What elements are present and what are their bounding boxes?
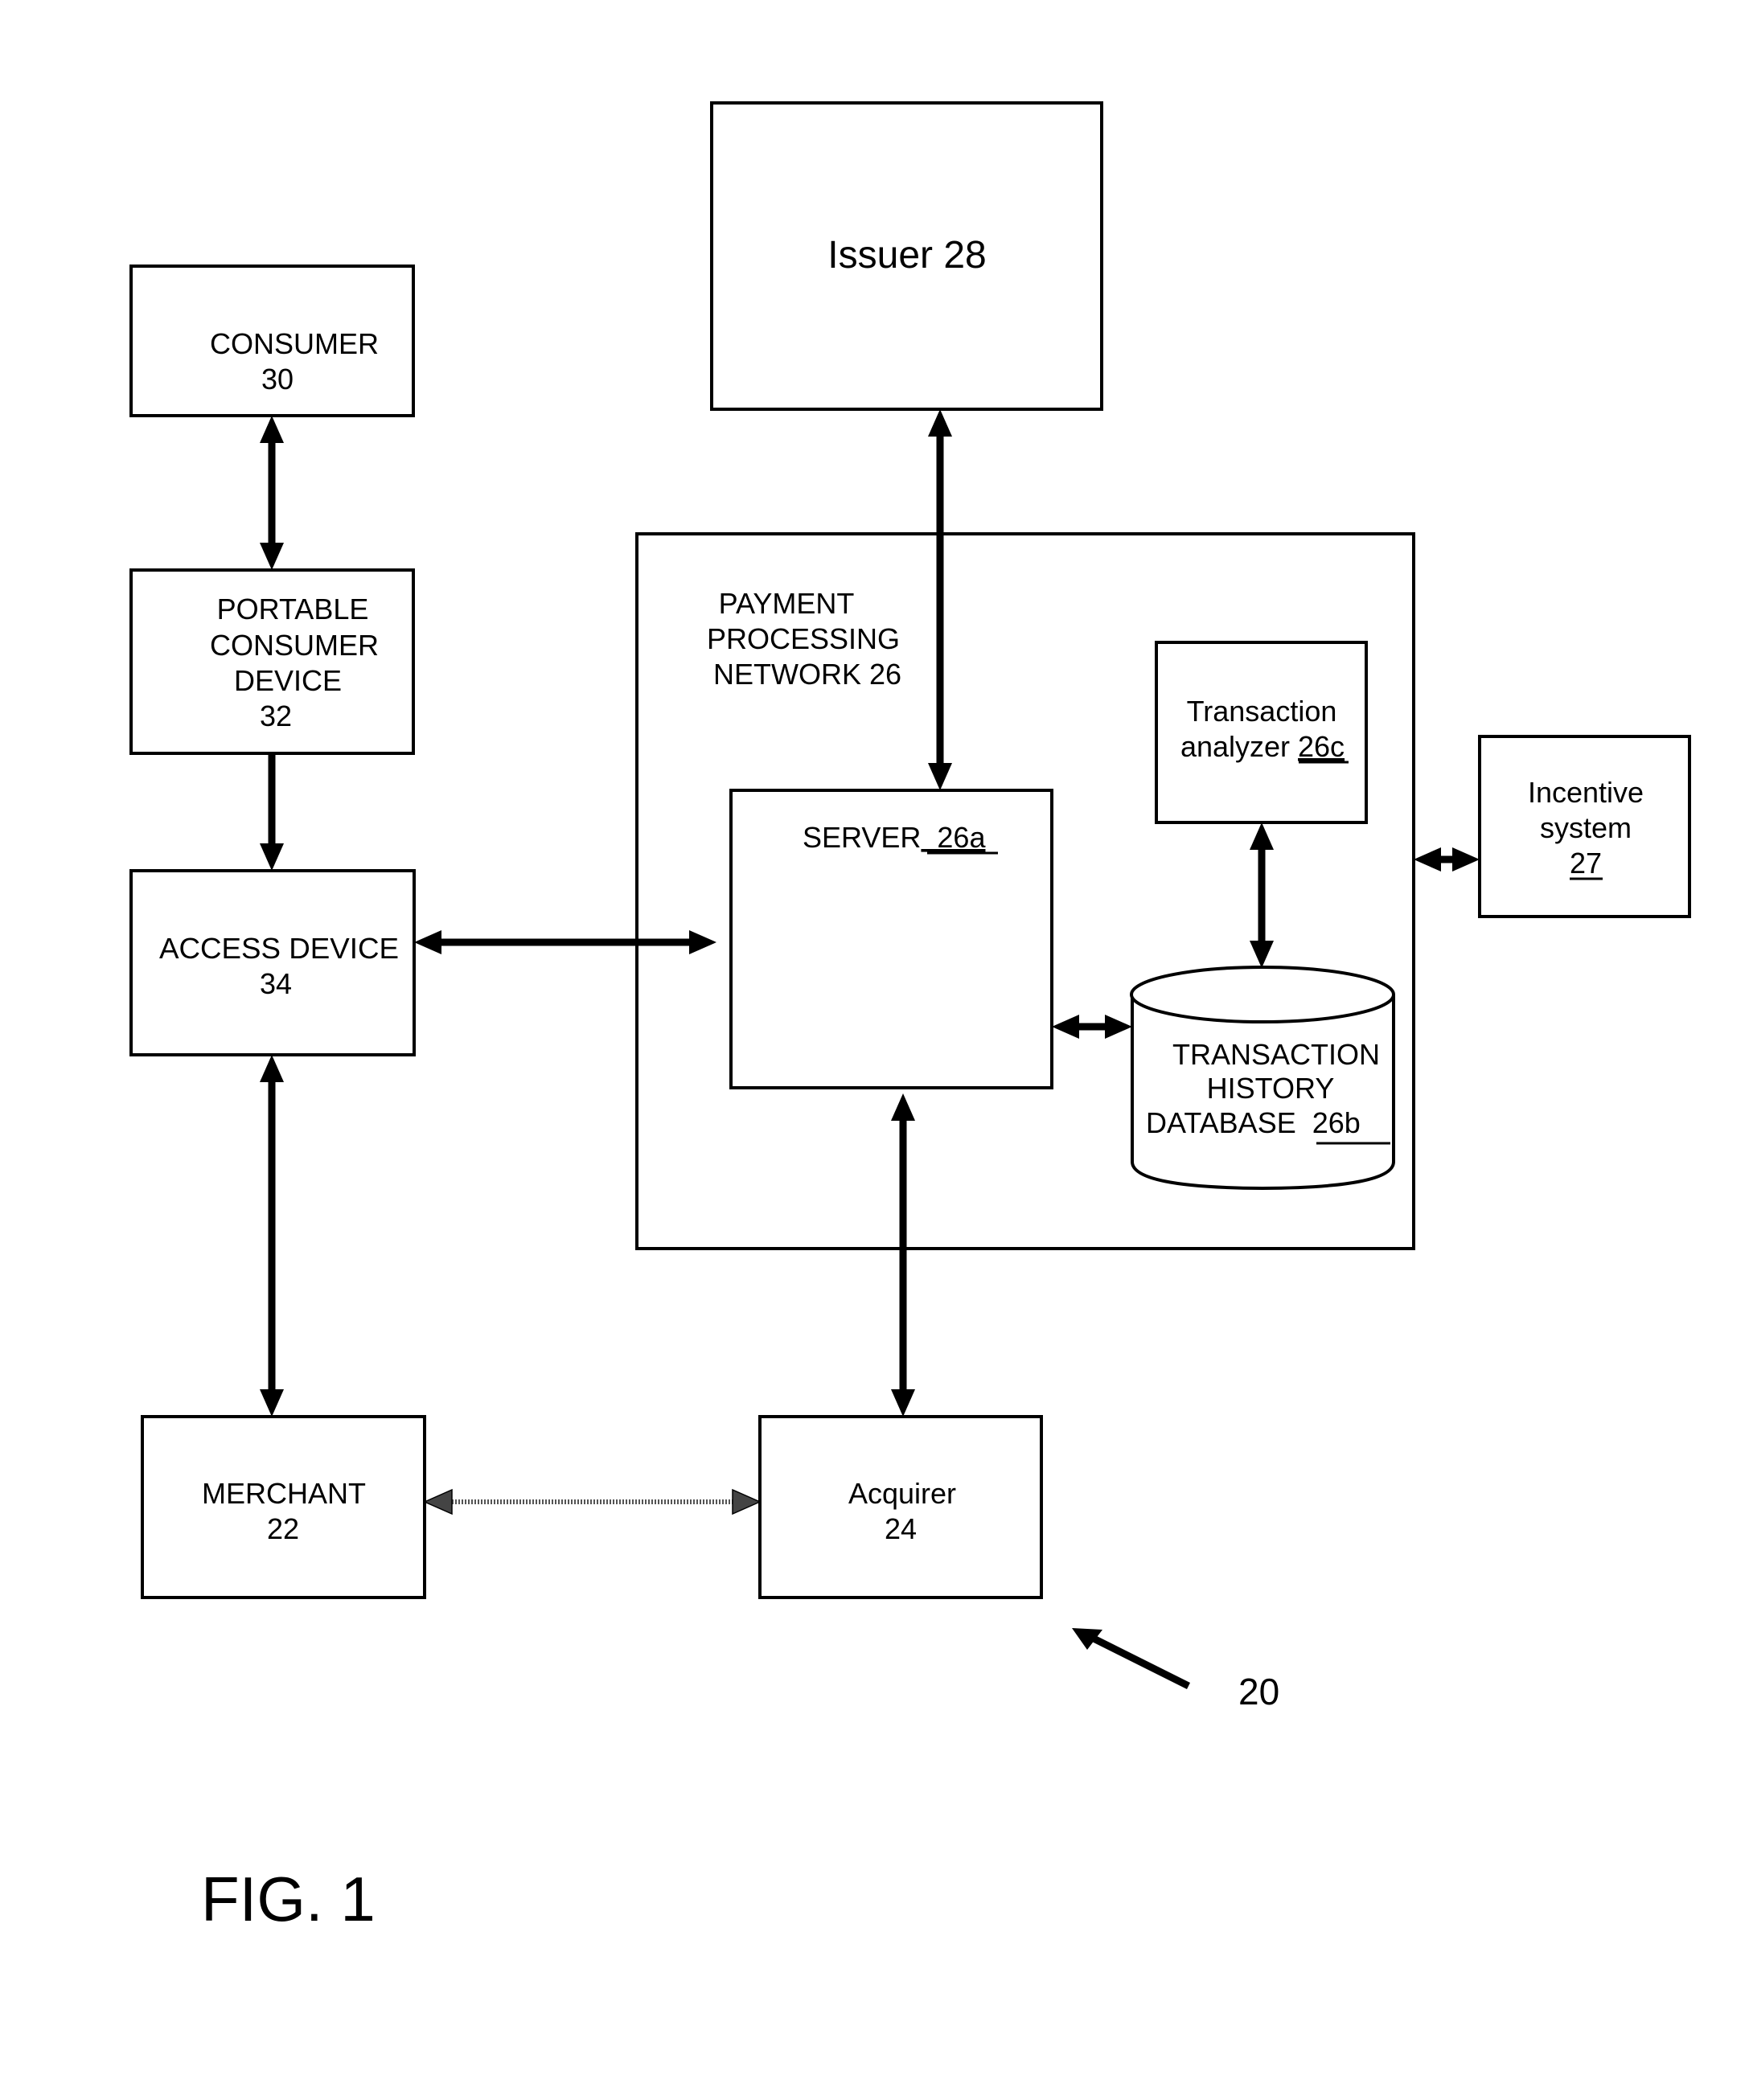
reference-numeral: 20: [1238, 1671, 1279, 1712]
arrowhead-icon-incentive: [1452, 847, 1480, 872]
arrowhead-icon-payment_network: [1414, 847, 1441, 872]
consumer-ref: 30: [261, 363, 294, 396]
server-ref: 26a: [921, 821, 986, 854]
history-db-ref: 26b: [1304, 1106, 1377, 1139]
reference-arrow-20: [1072, 1628, 1191, 1690]
acquirer-label: Acquirer: [848, 1477, 956, 1510]
transaction-analyzer-ref: 26c: [1298, 730, 1345, 763]
cylinder-top: [1130, 966, 1395, 1023]
arrowhead-icon-acquirer: [891, 1389, 915, 1417]
issuer-label: Issuer 28: [827, 234, 986, 277]
arrowhead-icon-portable_device: [260, 543, 284, 570]
payment-network-label-3: NETWORK 26: [713, 658, 901, 691]
arrowhead-icon-merchant: [423, 1488, 453, 1516]
history-db-label-1: TRANSACTION: [1172, 1038, 1380, 1071]
merchant-ref: 22: [267, 1512, 299, 1545]
transaction-analyzer-label-2: analyzer 26c: [1180, 730, 1345, 763]
access-device-label: ACCESS DEVICE: [159, 932, 399, 965]
server-label: SERVER 26a: [803, 821, 986, 854]
history-db-label-2: HISTORY: [1207, 1072, 1335, 1105]
server-label-text: SERVER: [803, 821, 921, 854]
portable-device-label-3: DEVICE: [234, 664, 342, 697]
history-db-label-3: DATABASE 26b: [1146, 1106, 1377, 1139]
arrowhead-icon-consumer: [260, 416, 284, 443]
payment-network-label-1: PAYMENT: [719, 587, 855, 620]
access-device-ref: 34: [260, 967, 292, 1000]
arrowhead-icon-access_device: [260, 1055, 284, 1082]
acquirer-ref: 24: [885, 1512, 917, 1545]
arrowhead-icon-acquirer: [732, 1488, 762, 1516]
reference-arrow-shaft: [1082, 1630, 1191, 1690]
incentive-label-2: system: [1540, 811, 1632, 844]
portable-device-label-2: CONSUMER: [210, 629, 379, 662]
payment-network-label-2: PROCESSING: [707, 622, 900, 655]
portable-device-ref: 32: [260, 699, 292, 732]
figure-caption: FIG. 1: [201, 1864, 376, 1934]
merchant-label: MERCHANT: [202, 1477, 366, 1510]
arrowhead-icon-merchant: [260, 1389, 284, 1417]
payment-system-diagram: CONSUMER 30 PORTABLE CONSUMER DEVICE 32 …: [129, 101, 1691, 1934]
arrowhead-icon-access_device: [414, 930, 441, 954]
consumer-label: CONSUMER: [210, 327, 379, 360]
arrowhead-icon-access_device: [260, 843, 284, 871]
transaction-analyzer-label-2-text: analyzer: [1180, 730, 1298, 763]
portable-device-label-1: PORTABLE: [217, 593, 369, 625]
arrowhead-icon-issuer: [928, 409, 952, 437]
history-db-label-3-text: DATABASE: [1146, 1106, 1304, 1139]
incentive-label-1: Incentive: [1528, 776, 1644, 809]
incentive-ref: 27: [1570, 847, 1602, 880]
transaction-analyzer-label-1: Transaction: [1187, 695, 1337, 728]
